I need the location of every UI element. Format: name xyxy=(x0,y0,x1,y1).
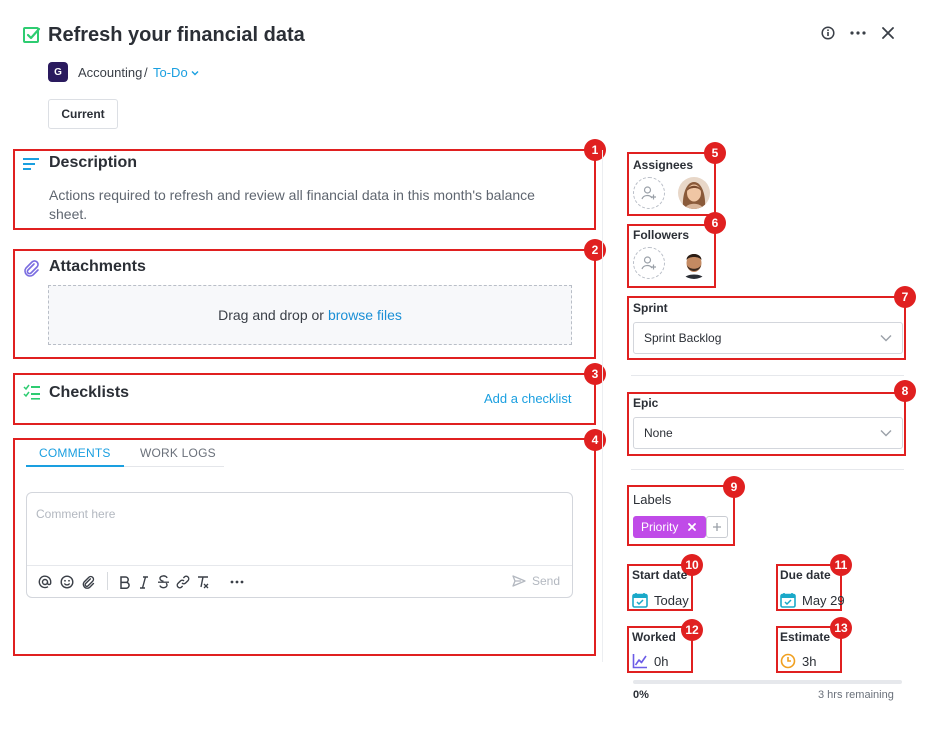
due-date-text: May 29 xyxy=(802,592,845,608)
info-icon[interactable] xyxy=(819,24,837,42)
divider xyxy=(631,375,904,376)
comment-toolbar: Send xyxy=(27,565,572,597)
progress-bar xyxy=(633,680,902,684)
comment-editor[interactable]: Send xyxy=(26,492,573,598)
annotation-badge: 11 xyxy=(830,554,852,576)
assignee-avatar[interactable] xyxy=(678,177,710,209)
annotation-badge: 8 xyxy=(894,380,916,402)
epic-label: Epic xyxy=(633,396,659,410)
chart-line-icon xyxy=(632,653,648,669)
worked-value[interactable]: 0h xyxy=(632,653,668,669)
close-icon[interactable] xyxy=(879,24,897,42)
calendar-icon xyxy=(780,592,796,608)
comment-input[interactable] xyxy=(36,507,556,521)
start-date-label: Start date xyxy=(632,568,688,582)
paperclip-icon xyxy=(22,259,40,277)
followers-label: Followers xyxy=(633,228,690,242)
remaining-time: 3 hrs remaining xyxy=(818,689,894,701)
breadcrumb-separator: / xyxy=(144,65,148,80)
divider xyxy=(631,469,904,470)
tab-underline xyxy=(124,466,224,467)
annotation-badge: 9 xyxy=(723,476,745,498)
annotation-badge: 5 xyxy=(704,142,726,164)
follower-avatar[interactable] xyxy=(678,247,710,279)
estimate-value[interactable]: 3h xyxy=(780,653,816,669)
send-label: Send xyxy=(531,574,560,588)
annotation-badge: 12 xyxy=(681,619,703,641)
task-check-icon xyxy=(22,25,42,45)
remove-tag-icon[interactable] xyxy=(688,523,697,531)
more-formatting-icon[interactable] xyxy=(229,574,245,590)
label-tag[interactable]: Priority xyxy=(633,516,707,538)
add-checklist-link[interactable]: Add a checklist xyxy=(484,391,571,406)
dropzone-text: Drag and drop or xyxy=(218,307,324,323)
epic-select[interactable]: None xyxy=(633,417,903,449)
start-date-value[interactable]: Today xyxy=(632,592,689,608)
progress-percent: 0% xyxy=(633,689,649,701)
bold-icon[interactable] xyxy=(117,574,133,590)
assignees-label: Assignees xyxy=(633,158,694,172)
attachment-dropzone[interactable]: Drag and drop or browse files xyxy=(48,285,572,345)
attach-icon[interactable] xyxy=(80,574,96,590)
sprint-label: Sprint xyxy=(633,301,668,315)
worked-label: Worked xyxy=(632,630,676,644)
add-follower-button[interactable] xyxy=(633,247,665,279)
add-person-icon xyxy=(641,185,657,201)
checklists-title: Checklists xyxy=(49,384,130,401)
project-icon: G xyxy=(48,62,68,82)
version-button[interactable]: Current xyxy=(48,99,118,129)
project-initial: G xyxy=(54,66,62,78)
due-date-label: Due date xyxy=(780,568,831,582)
sprint-value: Sprint Backlog xyxy=(644,331,722,345)
send-button[interactable]: Send xyxy=(512,574,560,588)
clock-icon xyxy=(780,653,796,669)
emoji-icon[interactable] xyxy=(59,574,75,590)
estimate-text: 3h xyxy=(802,653,817,669)
plus-icon xyxy=(712,522,722,532)
add-assignee-button[interactable] xyxy=(633,177,665,209)
link-icon[interactable] xyxy=(175,574,191,590)
labels-label: Labels xyxy=(633,492,672,507)
add-label-button[interactable] xyxy=(706,516,728,538)
panel-divider xyxy=(602,150,603,662)
status-dropdown[interactable]: To-Do xyxy=(153,65,200,80)
breadcrumb-project[interactable]: Accounting xyxy=(78,65,142,80)
task-title: Refresh your financial data xyxy=(48,24,305,46)
browse-files-link[interactable]: browse files xyxy=(328,307,402,323)
more-options-icon[interactable] xyxy=(849,24,867,42)
tab-comments[interactable]: COMMENTS xyxy=(39,446,111,467)
start-date-text: Today xyxy=(654,592,689,608)
clear-format-icon[interactable] xyxy=(195,574,211,590)
epic-value: None xyxy=(644,426,673,440)
due-date-value[interactable]: May 29 xyxy=(780,592,845,608)
chevron-down-icon xyxy=(880,429,892,437)
description-title: Description xyxy=(49,154,138,171)
worked-text: 0h xyxy=(654,653,669,669)
sprint-select[interactable]: Sprint Backlog xyxy=(633,322,903,354)
chevron-down-icon xyxy=(880,334,892,342)
estimate-label: Estimate xyxy=(780,630,831,644)
checklist-icon xyxy=(23,384,41,400)
description-icon xyxy=(23,157,41,171)
chevron-down-icon xyxy=(190,68,200,78)
annotation-badge: 13 xyxy=(830,617,852,639)
add-person-icon xyxy=(641,255,657,271)
tab-work-logs[interactable]: WORK LOGS xyxy=(140,446,216,467)
send-icon xyxy=(512,575,526,587)
status-label: To-Do xyxy=(153,65,188,80)
strikethrough-icon[interactable] xyxy=(155,574,171,590)
active-tab-indicator xyxy=(26,465,124,467)
italic-icon[interactable] xyxy=(136,574,152,590)
toolbar-divider xyxy=(107,572,108,590)
calendar-icon xyxy=(632,592,648,608)
annotation-badge: 6 xyxy=(704,212,726,234)
label-tag-text: Priority xyxy=(641,520,679,534)
description-text[interactable]: Actions required to refresh and review a… xyxy=(49,186,569,224)
annotation-badge: 7 xyxy=(894,286,916,308)
mention-icon[interactable] xyxy=(37,574,53,590)
attachments-title: Attachments xyxy=(49,258,146,275)
